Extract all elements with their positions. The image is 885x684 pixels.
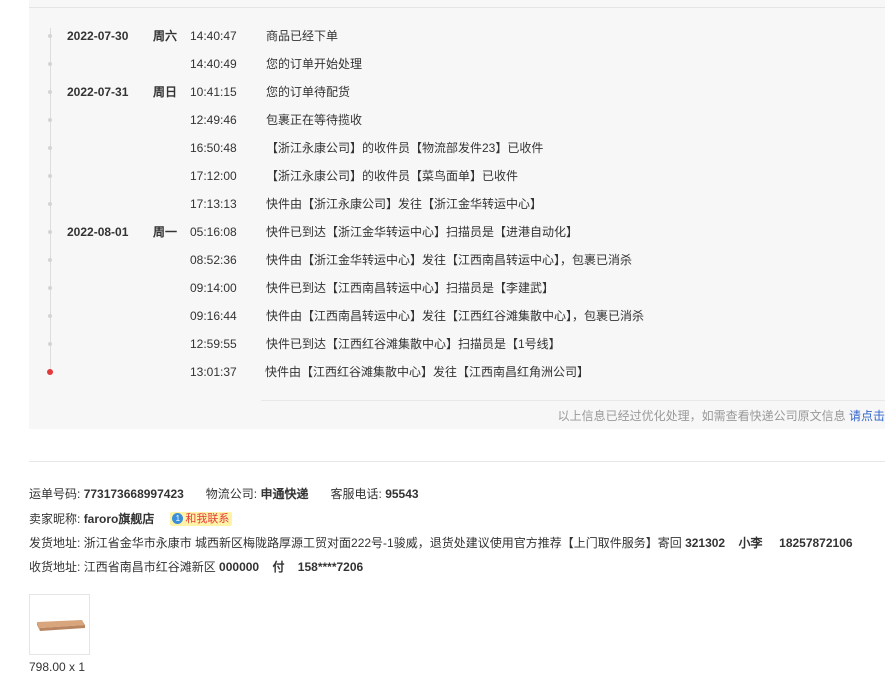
timeline-dot-icon [48,174,52,178]
from-name: 小李 [738,536,763,550]
tracking-no: 773173668997423 [83,487,184,501]
tracking-time: 14:40:49 [190,57,237,71]
seller-row: 卖家昵称: faroro旗舰店 1 和我联系 [29,510,233,528]
tracking-description: 【浙江永康公司】的收件员【物流部发件23】已收件 [266,141,544,155]
wood-board-image [37,620,85,631]
tracking-time: 14:40:47 [190,29,237,43]
timeline-dot-icon [48,118,52,122]
carrier-name: 申通快递 [260,487,309,501]
tracking-description: 【浙江永康公司】的收件员【菜鸟面单】已收件 [266,169,519,183]
timeline-line [50,28,51,372]
timeline-dot-icon [48,286,52,290]
from-address-row: 发货地址: 浙江省金华市永康市 城西新区梅陇路厚源工贸对面222号-1骏威，退货… [29,534,853,552]
section-divider [29,461,885,462]
from-address: 浙江省金华市永康市 城西新区梅陇路厚源工贸对面222号-1骏威，退货处建议使用官… [83,536,682,550]
tracking-time: 17:13:13 [190,197,237,211]
tracking-info-row: 运单号码: 773173668997423 物流公司: 申通快递 客服电话: 955… [29,485,419,503]
tracking-date: 2022-07-31 [67,85,129,99]
to-postcode: 000000 [219,560,260,574]
timeline-dot-icon [48,258,52,262]
timeline-dot-icon [48,90,52,94]
tracking-date: 2022-07-30 [67,29,129,43]
tracking-description: 您的订单待配货 [266,85,351,99]
tracking-description: 商品已经下单 [266,29,339,43]
tracking-description: 快件已到达【江西红谷滩集散中心】扫描员是【1号线】 [266,337,561,351]
from-phone: 18257872106 [779,536,853,550]
to-address: 江西省南昌市红谷滩新区 [83,560,216,574]
tracking-weekday: 周日 [153,85,178,99]
timeline-dot-icon [48,62,52,66]
tracking-description: 快件由【江西红谷滩集散中心】发往【江西南昌红角洲公司】 [265,365,590,379]
tracking-time: 12:49:46 [190,113,237,127]
seller-name[interactable]: faroro旗舰店 [84,512,155,526]
latest-status-dot-icon [47,369,53,375]
timeline-dot-icon [48,202,52,206]
timeline-dot-icon [48,342,52,346]
tracking-panel: 2022-07-30 周六 14:40:47 商品已经下单 14:40:49 您的订单开始… [29,0,885,429]
tracking-description: 快件已到达【江西南昌转运中心】扫描员是【李建武】 [266,281,555,295]
tracking-date: 2022-08-01 [67,225,129,239]
contact-label: 和我联系 [185,513,230,525]
tracking-time: 09:16:44 [190,309,237,323]
timeline-dot-icon [48,230,52,234]
product-price-qty: 798.00 x 1 [29,660,86,674]
tracking-description: 包裹正在等待揽收 [266,113,363,127]
carrier-label: 物流公司: [205,487,258,501]
tracking-notice: 以上信息已经过优化处理，如需查看快递公司原文信息 请点击 [558,407,885,425]
tracking-description: 快件由【浙江金华转运中心】发往【江西南昌转运中心】，包裹已消杀 [266,253,633,267]
tracking-time: 17:12:00 [190,169,237,183]
product-thumbnail[interactable] [29,594,90,655]
panel-top-border [29,7,885,8]
tracking-time: 10:41:15 [190,85,237,99]
tracking-no-label: 运单号码: [29,487,81,501]
tracking-description: 快件由【浙江永康公司】发往【浙江金华转运中心】 [266,197,543,211]
tracking-weekday: 周六 [153,29,178,43]
notice-text: 以上信息已经过优化处理，如需查看快递公司原文信息 [557,409,846,423]
from-postcode: 321302 [685,536,726,550]
tracking-description: 快件已到达【浙江金华转运中心】扫描员是【进港自动化】 [266,225,579,239]
to-label: 收货地址: [29,560,81,574]
tracking-time: 12:59:55 [190,337,237,351]
contact-seller-button[interactable]: 1 和我联系 [170,512,233,526]
tracking-description: 您的订单开始处理 [266,57,363,71]
panel-divider [261,400,885,401]
seller-label: 卖家昵称: [29,512,81,526]
tracking-time: 16:50:48 [190,141,237,155]
tracking-weekday: 周一 [153,225,178,239]
original-info-link[interactable]: 请点击 [849,409,885,423]
tracking-time: 08:52:36 [190,253,237,267]
tracking-time: 13:01:37 [190,365,237,379]
from-label: 发货地址: [29,536,81,550]
tracking-time: 05:16:08 [190,225,237,239]
timeline-dot-icon [48,314,52,318]
to-name: 付 [272,560,285,574]
chat-badge-icon: 1 [172,513,184,524]
to-phone: 158****7206 [297,560,364,574]
tracking-time: 09:14:00 [190,281,237,295]
phone-label: 客服电话: [330,487,382,501]
timeline-dot-icon [48,34,52,38]
service-phone: 95543 [385,487,419,501]
tracking-description: 快件由【江西南昌转运中心】发往【江西红谷滩集散中心】，包裹已消杀 [266,309,645,323]
timeline-dot-icon [48,146,52,150]
to-address-row: 收货地址: 江西省南昌市红谷滩新区 000000 付 158****7206 [29,558,363,576]
